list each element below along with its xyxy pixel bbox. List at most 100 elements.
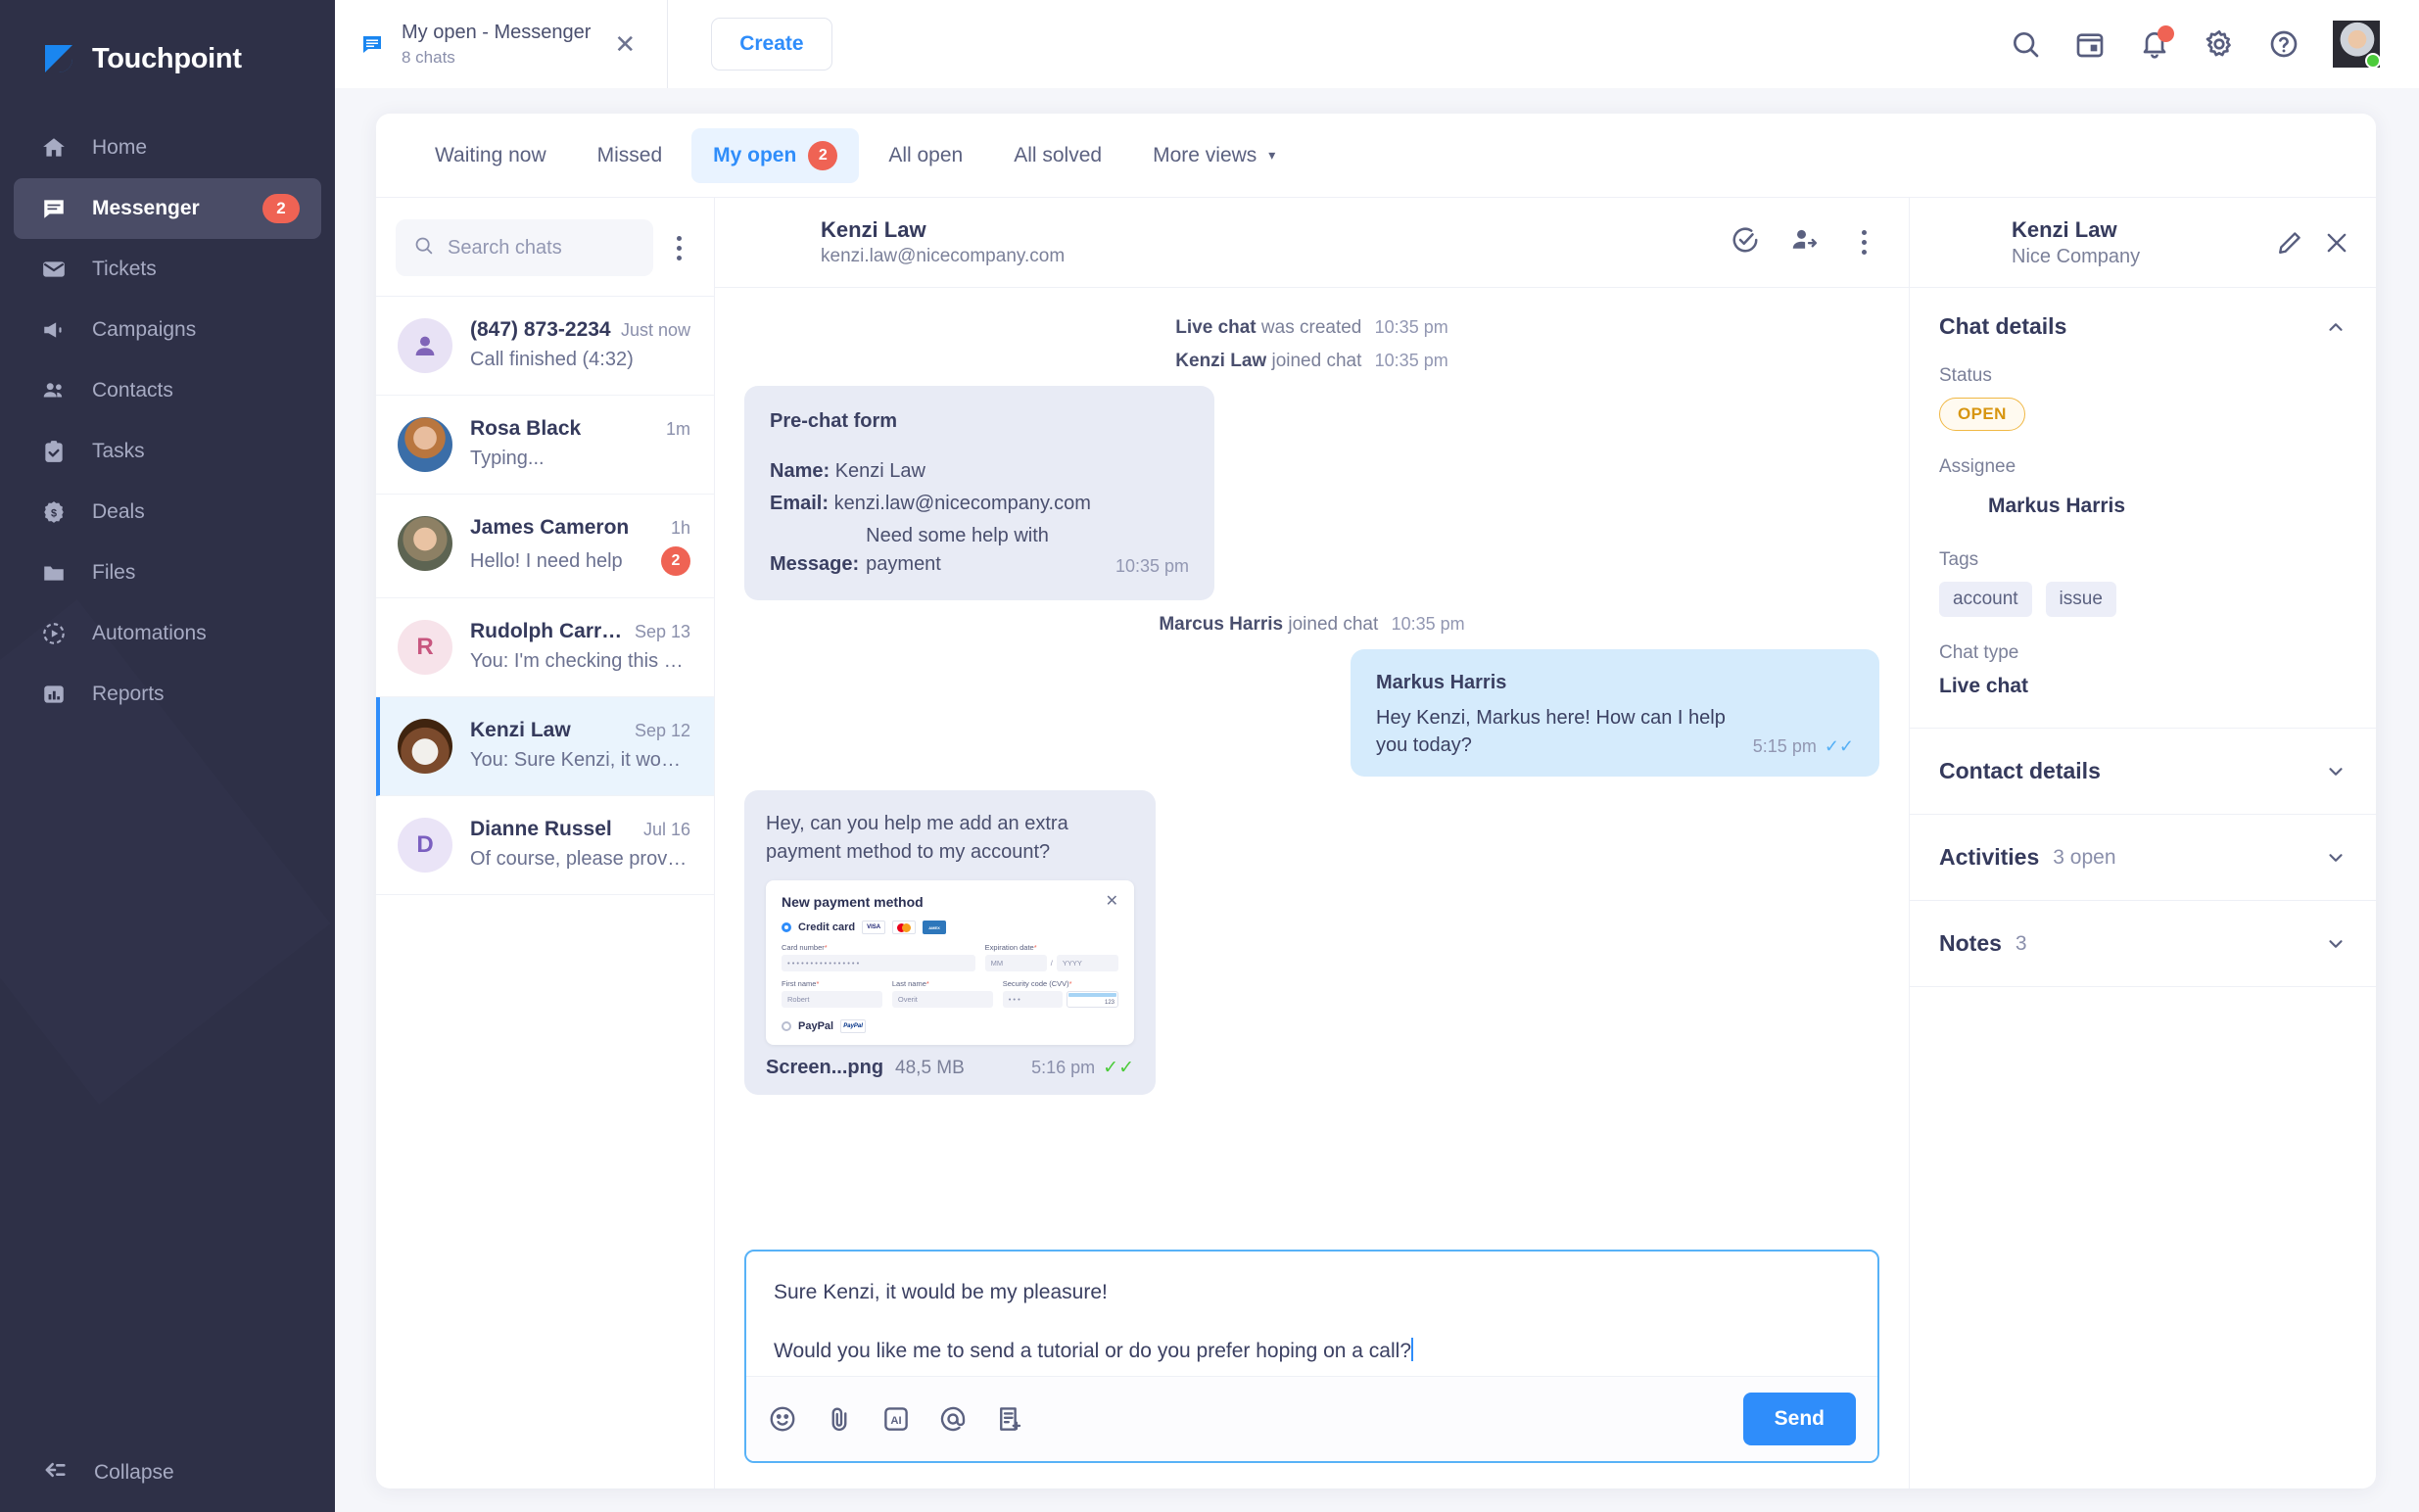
topbar: My open - Messenger 8 chats ✕ Create — [335, 0, 2419, 88]
create-button[interactable]: Create — [711, 18, 832, 71]
attachment-file-name[interactable]: Screen...png — [766, 1057, 883, 1079]
card-number-input[interactable]: • • • • • • • • • • • • • • • • — [782, 955, 975, 971]
close-icon[interactable] — [2323, 229, 2350, 257]
agent-message-row: Markus Harris Hey Kenzi, Markus here! Ho… — [744, 649, 1879, 777]
gear-icon[interactable] — [2204, 28, 2235, 60]
tab-missed[interactable]: Missed — [576, 131, 685, 180]
first-name-input[interactable]: Robert — [782, 991, 882, 1008]
sidebar-item-home[interactable]: Home — [14, 118, 321, 178]
tag-chip[interactable]: issue — [2045, 582, 2116, 617]
chat-details-header[interactable]: Chat details — [1939, 313, 2347, 340]
tab-all-open[interactable]: All open — [867, 131, 984, 180]
last-name-label: Last name — [891, 979, 926, 988]
ai-icon[interactable]: AI — [881, 1404, 911, 1434]
composer-textarea[interactable]: Sure Kenzi, it would be my pleasure! Wou… — [746, 1252, 1877, 1376]
sidebar-item-messenger[interactable]: Messenger 2 — [14, 178, 321, 239]
cvv-hint-card-icon: 123 — [1066, 991, 1118, 1008]
tab-close-icon[interactable]: ✕ — [608, 31, 641, 57]
tab-all-solved[interactable]: All solved — [992, 131, 1123, 180]
sidebar-item-tickets[interactable]: Tickets — [14, 239, 321, 300]
last-name-input[interactable]: Overit — [891, 991, 993, 1008]
prechat-time: 10:35 pm — [1115, 555, 1189, 576]
tab-title: My open - Messenger — [402, 21, 592, 43]
details-pane: Kenzi Law Nice Company Chat details Stat… — [1910, 198, 2376, 1488]
sidebar-item-tasks[interactable]: Tasks — [14, 421, 321, 482]
sidebar-item-files[interactable]: Files — [14, 543, 321, 603]
emoji-icon[interactable] — [768, 1404, 797, 1434]
section-notes[interactable]: Notes 3 — [1910, 901, 2376, 987]
main-region: My open - Messenger 8 chats ✕ Create Wai… — [335, 0, 2419, 1512]
cvv-input[interactable]: • • • — [1002, 991, 1063, 1008]
section-title: Chat details — [1939, 313, 2067, 339]
section-title: Activities — [1939, 844, 2040, 870]
section-contact-details[interactable]: Contact details — [1910, 729, 2376, 815]
tag-chip[interactable]: account — [1939, 582, 2032, 617]
section-activities[interactable]: Activities 3 open — [1910, 815, 2376, 901]
chat-time: 1h — [670, 518, 690, 538]
prechat-form-bubble: Pre-chat form Name: Kenzi Law Email: ken… — [744, 386, 1214, 600]
required-star: * — [824, 943, 828, 952]
touchpoint-logo-icon — [41, 41, 76, 76]
chevron-up-icon[interactable] — [2325, 316, 2347, 338]
list-item[interactable]: (847) 873-2234 Just now Call finished (4… — [376, 297, 714, 396]
search-box[interactable] — [396, 219, 653, 276]
list-item[interactable]: R Rudolph Carrera Sep 13 You: I'm checki… — [376, 598, 714, 697]
mention-icon[interactable] — [938, 1404, 968, 1434]
tab-subtitle: 8 chats — [402, 47, 455, 67]
tab-waiting-now[interactable]: Waiting now — [413, 131, 568, 180]
bell-icon[interactable] — [2139, 25, 2174, 60]
list-item[interactable]: James Cameron 1h Hello! I need help 2 — [376, 495, 714, 598]
expiration-separator: / — [1050, 959, 1053, 968]
chevron-down-icon[interactable] — [2325, 761, 2347, 782]
open-tab-my-open-messenger[interactable]: My open - Messenger 8 chats ✕ — [335, 0, 669, 88]
assignee-row[interactable]: Markus Harris — [1939, 489, 2347, 524]
required-star: * — [816, 979, 820, 988]
topbar-icons — [2010, 0, 2419, 88]
expiration-year-input[interactable]: YYYY — [1056, 955, 1119, 971]
assign-user-icon[interactable] — [1789, 225, 1819, 260]
pencil-icon[interactable] — [2276, 229, 2303, 257]
canned-response-icon[interactable] — [995, 1404, 1024, 1434]
prechat-name-row: Name: Kenzi Law — [770, 457, 1189, 486]
svg-text:AI: AI — [890, 1415, 901, 1427]
chat-name: Kenzi Law — [470, 719, 571, 741]
sidebar-item-label: Deals — [92, 500, 145, 523]
contact-email: kenzi.law@nicecompany.com — [821, 246, 1066, 266]
list-item-selected[interactable]: Kenzi Law Sep 12 You: Sure Kenzi, it wou… — [376, 697, 714, 796]
user-avatar[interactable] — [2333, 21, 2381, 69]
list-item[interactable]: Rosa Black 1m Typing... — [376, 396, 714, 495]
messages-scroll[interactable]: Live chat was created 10:35 pm Kenzi Law… — [715, 288, 1909, 1244]
expiration-month-input[interactable]: MM — [984, 955, 1047, 971]
views-tabbar: Waiting now Missed My open 2 All open Al… — [376, 114, 2376, 198]
chevron-down-icon[interactable] — [2325, 847, 2347, 869]
sidebar-item-contacts[interactable]: Contacts — [14, 360, 321, 421]
sidebar-item-campaigns[interactable]: Campaigns — [14, 300, 321, 360]
tab-more-views[interactable]: More views ▾ — [1131, 131, 1297, 180]
list-item[interactable]: D Dianne Russel Jul 16 Of course, please… — [376, 796, 714, 895]
chevron-down-icon[interactable] — [2325, 933, 2347, 955]
solve-check-icon[interactable] — [1731, 225, 1760, 260]
help-icon[interactable] — [2268, 28, 2300, 60]
message-composer[interactable]: Sure Kenzi, it would be my pleasure! Wou… — [744, 1250, 1879, 1463]
conversation-more-icon[interactable] — [1848, 230, 1879, 255]
tab-my-open[interactable]: My open 2 — [691, 127, 860, 183]
send-button[interactable]: Send — [1742, 1393, 1856, 1445]
read-receipt-icon: ✓✓ — [1103, 1058, 1134, 1078]
search-icon[interactable] — [2010, 28, 2041, 60]
sidebar-item-reports[interactable]: Reports — [14, 664, 321, 725]
credit-card-label: Credit card — [798, 921, 856, 933]
search-input[interactable] — [448, 236, 636, 260]
attachment-image-preview[interactable]: New payment method ✕ Credit card VISA AM… — [766, 880, 1134, 1045]
sidebar-item-label: Tasks — [92, 440, 145, 462]
collapse-label: Collapse — [94, 1461, 174, 1484]
bar-chart-icon — [41, 682, 67, 707]
chat-list-more-icon[interactable] — [663, 235, 694, 260]
collapse-sidebar-button[interactable]: Collapse — [0, 1434, 335, 1512]
avatar-initial: R — [398, 620, 452, 675]
chat-name: (847) 873-2234 — [470, 318, 611, 341]
sidebar-item-deals[interactable]: $ Deals — [14, 482, 321, 543]
calendar-icon[interactable] — [2074, 28, 2106, 60]
sidebar-item-label: Home — [92, 136, 148, 159]
sidebar-item-automations[interactable]: Automations — [14, 603, 321, 664]
attachment-icon[interactable] — [825, 1404, 854, 1434]
